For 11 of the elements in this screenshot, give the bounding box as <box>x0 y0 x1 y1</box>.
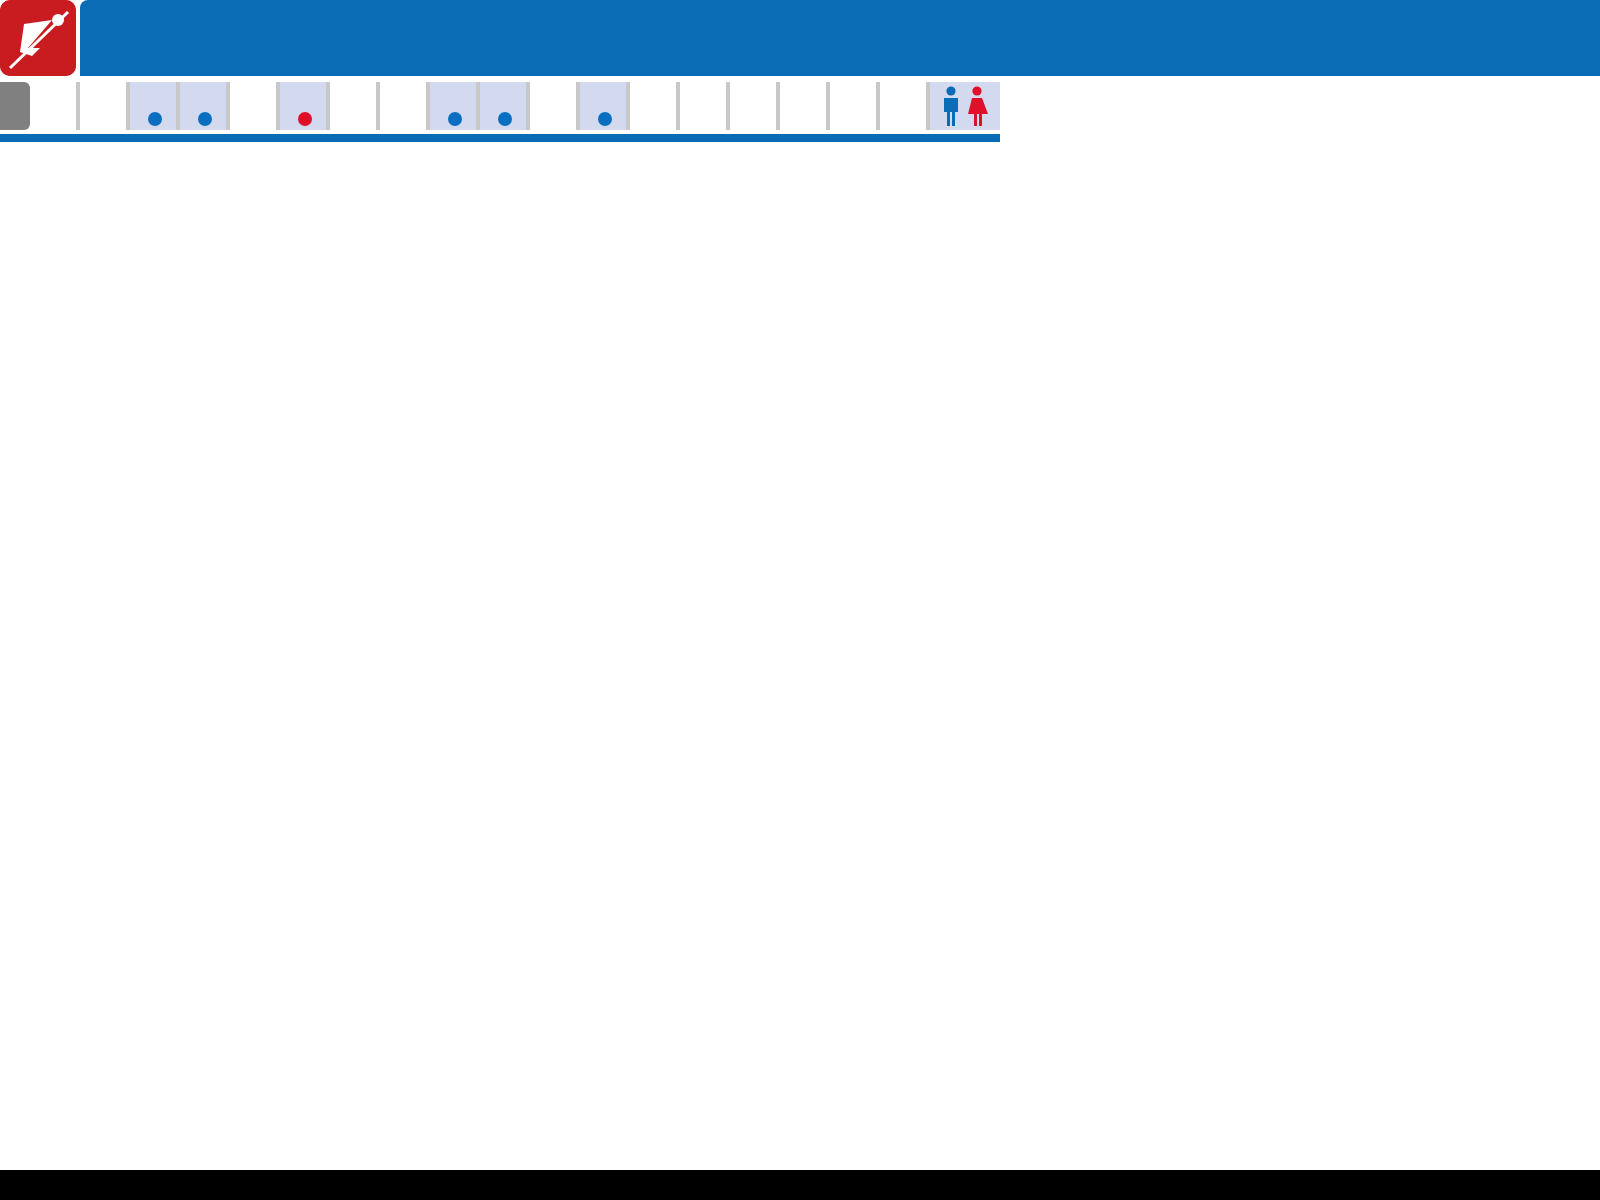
day-cell[interactable] <box>280 82 330 130</box>
ski-jumper-logo <box>0 0 76 76</box>
day-cell[interactable] <box>180 82 230 130</box>
day-cell[interactable] <box>130 82 180 130</box>
gender-filter[interactable] <box>930 82 1000 130</box>
woman-icon <box>966 86 988 126</box>
day-cell[interactable] <box>480 82 530 130</box>
day-cell[interactable] <box>430 82 480 130</box>
day-cell[interactable] <box>580 82 630 130</box>
scroll-tab[interactable] <box>0 82 30 130</box>
man-icon <box>942 86 960 126</box>
